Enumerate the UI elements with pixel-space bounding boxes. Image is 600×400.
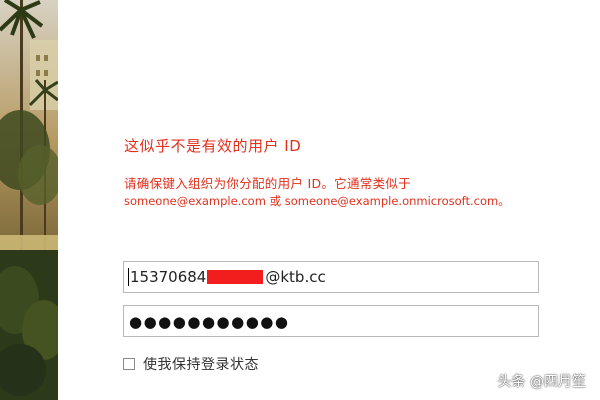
error-description: 请确保键入组织为你分配的用户 ID。它通常类似于 bbox=[124, 176, 411, 191]
redaction-block bbox=[207, 270, 264, 284]
keep-signed-in-row[interactable]: 使我保持登录状态 bbox=[123, 354, 259, 374]
username-suffix: @ktb.cc bbox=[265, 268, 326, 286]
username-prefix: 15370684 bbox=[130, 268, 207, 286]
watermark: 头条 @四月笙 bbox=[497, 374, 586, 390]
keep-signed-in-checkbox[interactable] bbox=[123, 358, 135, 370]
password-input[interactable]: ●●●●●●●●●●● bbox=[123, 305, 539, 337]
username-value: 15370684 @ktb.cc bbox=[128, 268, 326, 286]
text-caret bbox=[128, 268, 129, 286]
username-input[interactable]: 15370684 @ktb.cc bbox=[123, 261, 539, 293]
password-mask: ●●●●●●●●●●● bbox=[129, 313, 290, 331]
error-title: 这似乎不是有效的用户 ID bbox=[124, 137, 302, 155]
keep-signed-in-label[interactable]: 使我保持登录状态 bbox=[143, 354, 259, 374]
palm-trees-photo bbox=[0, 0, 58, 400]
error-examples: someone@example.com 或 someone@example.on… bbox=[124, 194, 510, 208]
background-photo-strip bbox=[0, 0, 58, 400]
